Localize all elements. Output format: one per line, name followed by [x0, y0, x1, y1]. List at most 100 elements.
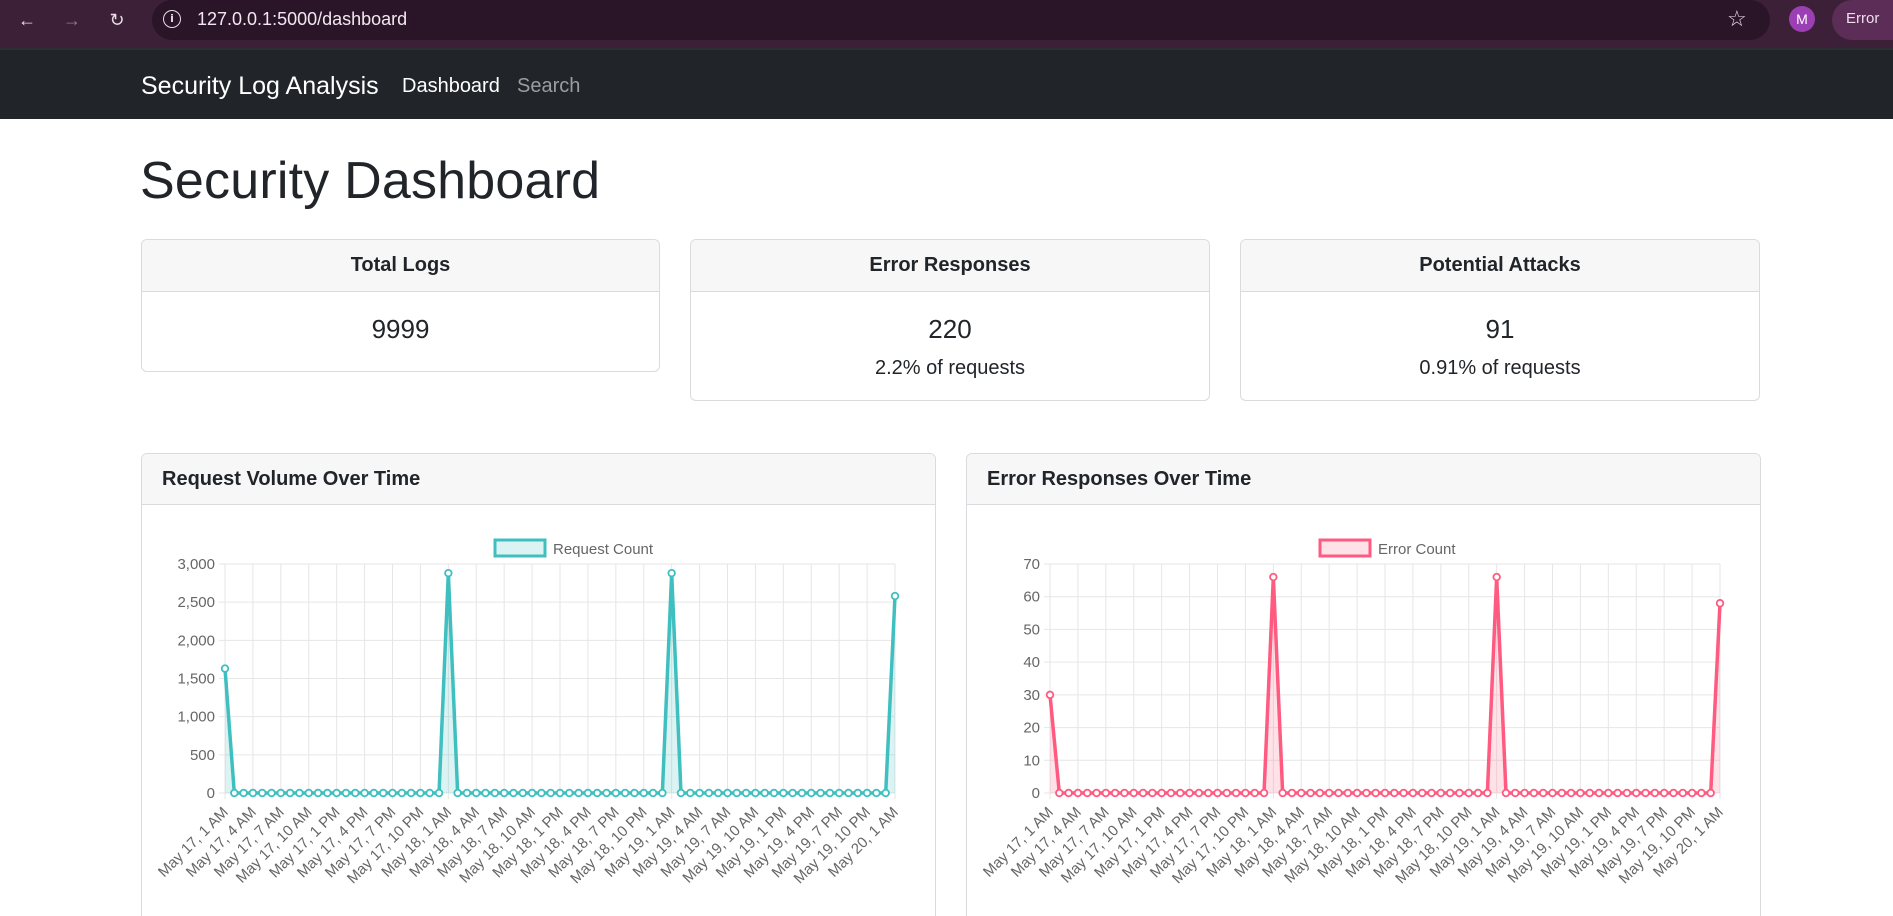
data-point: [890, 591, 900, 601]
data-point: [1520, 788, 1529, 798]
data-point: [1585, 788, 1594, 798]
data-point: [434, 788, 444, 798]
data-point: [816, 788, 825, 798]
data-point: [1231, 788, 1241, 798]
data-point: [1427, 788, 1436, 798]
data-point: [797, 788, 807, 798]
data-point: [453, 788, 462, 798]
data-point: [1473, 788, 1483, 798]
data-point: [695, 788, 704, 798]
data-point: [741, 788, 751, 798]
chart-title: Error Responses Over Time: [967, 454, 1760, 505]
brand-link[interactable]: Security Log Analysis: [141, 72, 379, 101]
data-point: [388, 788, 397, 798]
nav-link-search[interactable]: Search: [517, 75, 580, 98]
legend-label: Error Count: [1378, 541, 1456, 558]
stat-card-value: 220: [928, 314, 972, 344]
data-point: [323, 788, 332, 798]
y-tick-label: 70: [1023, 556, 1040, 573]
data-point: [1166, 788, 1176, 798]
data-point: [1641, 788, 1650, 798]
y-tick-label: 500: [190, 747, 215, 764]
data-point: [807, 788, 816, 798]
data-point: [825, 788, 835, 798]
data-point: [1659, 788, 1669, 798]
data-point: [1408, 788, 1418, 798]
data-point: [295, 788, 304, 798]
data-point: [472, 788, 481, 798]
data-point: [1557, 788, 1567, 798]
data-point: [1129, 788, 1138, 798]
stat-card-potential-attacks: Potential Attacks 91 0.91% of requests: [1240, 239, 1760, 401]
stat-card-title: Error Responses: [691, 240, 1209, 292]
stat-card-subtext: 0.91% of requests: [1419, 357, 1581, 379]
data-point: [751, 788, 760, 798]
forward-arrow-icon[interactable]: →: [60, 8, 84, 32]
data-point: [1445, 788, 1455, 798]
data-point: [425, 788, 434, 798]
data-point: [1390, 788, 1399, 798]
data-point: [1176, 788, 1185, 798]
reload-icon[interactable]: ↻: [105, 8, 129, 32]
data-point: [351, 788, 360, 798]
legend-swatch: [493, 538, 547, 558]
data-point: [397, 788, 407, 798]
data-point: [555, 788, 565, 798]
data-point: [462, 788, 472, 798]
data-point: [276, 788, 286, 798]
y-tick-label: 20: [1023, 720, 1040, 737]
data-point: [723, 788, 732, 798]
data-point: [481, 788, 490, 798]
data-point: [258, 788, 267, 798]
error-status-button[interactable]: Error: [1832, 0, 1893, 40]
nav-link-dashboard[interactable]: Dashboard: [402, 75, 500, 98]
error-responses-chart: 010203040506070May 17, 1 AMMay 17, 4 AMM…: [980, 538, 1727, 887]
data-point: [788, 788, 797, 798]
data-point: [1464, 788, 1473, 798]
stat-card-error-responses: Error Responses 220 2.2% of requests: [690, 239, 1210, 401]
data-point: [509, 788, 518, 798]
data-point: [1120, 788, 1129, 798]
data-point: [620, 788, 630, 798]
data-point: [1455, 788, 1464, 798]
data-point: [686, 788, 695, 798]
data-point: [537, 788, 546, 798]
data-point: [1343, 788, 1352, 798]
chart-title: Request Volume Over Time: [142, 454, 935, 505]
data-point: [313, 788, 323, 798]
stat-card-value: 9999: [371, 314, 430, 344]
data-point: [1622, 788, 1632, 798]
data-point: [1148, 788, 1157, 798]
data-point: [1045, 690, 1055, 700]
chart-card-error-responses: Error Responses Over Time 0 10 20 30 40 50 60 7…: [966, 453, 1761, 916]
data-point: [341, 788, 351, 798]
data-point: [881, 788, 890, 798]
data-point: [732, 788, 742, 798]
stat-card-title: Potential Attacks: [1241, 240, 1759, 292]
data-point: [1678, 788, 1687, 798]
url-text[interactable]: 127.0.0.1:5000/dashboard: [197, 9, 407, 30]
y-tick-label: 3,000: [177, 556, 215, 573]
data-point: [499, 788, 509, 798]
data-point: [1194, 788, 1204, 798]
data-point: [658, 788, 667, 798]
back-arrow-icon[interactable]: ←: [15, 8, 39, 32]
data-point: [518, 788, 527, 798]
profile-avatar[interactable]: M: [1789, 6, 1815, 32]
data-point: [1436, 788, 1446, 798]
data-point: [546, 788, 555, 798]
data-point: [834, 788, 844, 798]
data-point: [611, 788, 621, 798]
data-point: [593, 788, 602, 798]
stat-card-title: Total Logs: [142, 240, 659, 292]
data-point: [1538, 788, 1548, 798]
site-info-icon[interactable]: i: [163, 10, 181, 28]
y-tick-label: 2,000: [177, 632, 215, 649]
data-point: [1715, 599, 1725, 608]
data-point: [1083, 788, 1092, 798]
data-point: [1371, 788, 1380, 798]
bookmark-star-icon[interactable]: ☆: [1727, 6, 1747, 32]
data-point: [630, 788, 639, 798]
app-navbar: Security Log Analysis Dashboard Search: [0, 48, 1893, 119]
data-point: [220, 664, 230, 673]
